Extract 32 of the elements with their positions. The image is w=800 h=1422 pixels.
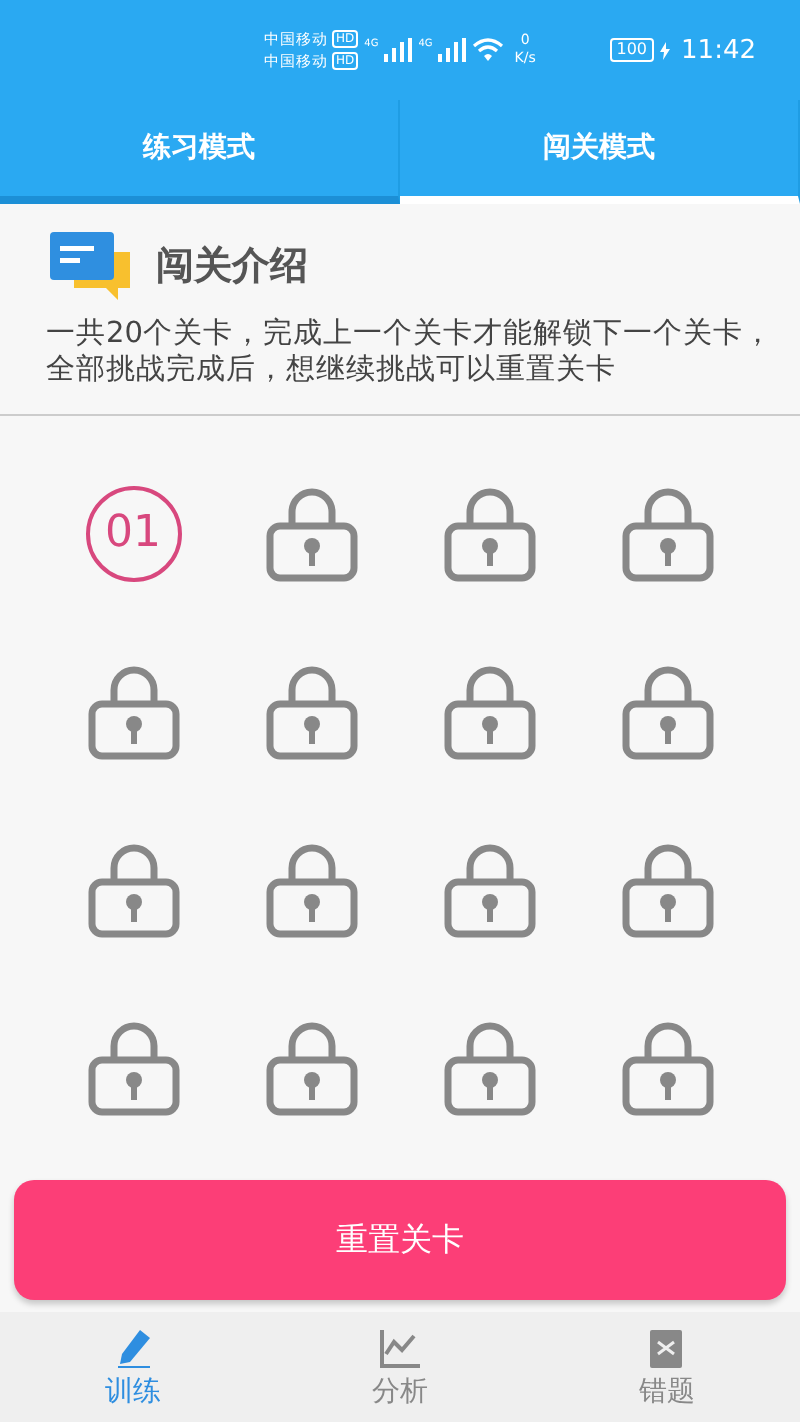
- lock-icon: [263, 663, 359, 759]
- lock-icon: [263, 485, 359, 581]
- lock-icon: [441, 485, 537, 581]
- lock-icon: [85, 1019, 181, 1115]
- clock: 11:42: [681, 35, 756, 65]
- signal-icon: [384, 38, 413, 62]
- lock-icon: [441, 841, 537, 937]
- intro-title: 闯关介绍: [156, 242, 308, 292]
- lock-icon: [619, 1019, 715, 1115]
- mode-tab[interactable]: 闯关模式: [400, 100, 800, 204]
- line-chart-icon: [377, 1325, 422, 1369]
- lock-icon: [263, 841, 359, 937]
- mode-tab[interactable]: 练习模式: [0, 100, 400, 204]
- lock-icon: [619, 663, 715, 759]
- lock-icon: [263, 1019, 359, 1115]
- lock-icon: [441, 1019, 537, 1115]
- chat-bubbles-icon: [50, 232, 134, 300]
- lock-icon: [85, 663, 181, 759]
- reset-levels-button[interactable]: 重置关卡: [14, 1180, 786, 1300]
- lock-icon: [619, 485, 715, 581]
- wifi-icon: [472, 38, 505, 62]
- nav-item[interactable]: 错题: [533, 1312, 800, 1422]
- level-button[interactable]: 01: [85, 485, 181, 581]
- signal-icon: [438, 38, 467, 62]
- lock-icon: [85, 841, 181, 937]
- nav-item[interactable]: 分析: [266, 1312, 534, 1422]
- charging-icon: [659, 41, 670, 59]
- lock-icon: [619, 841, 715, 937]
- lock-icon: [441, 663, 537, 759]
- intro-text: 一共20个关卡，完成上一个关卡才能解锁下一个关卡，全部挑战完成后，想继续挑战可以重置关卡: [46, 316, 775, 388]
- battery-level: 100: [610, 38, 654, 62]
- nav-item[interactable]: 训练: [0, 1312, 267, 1422]
